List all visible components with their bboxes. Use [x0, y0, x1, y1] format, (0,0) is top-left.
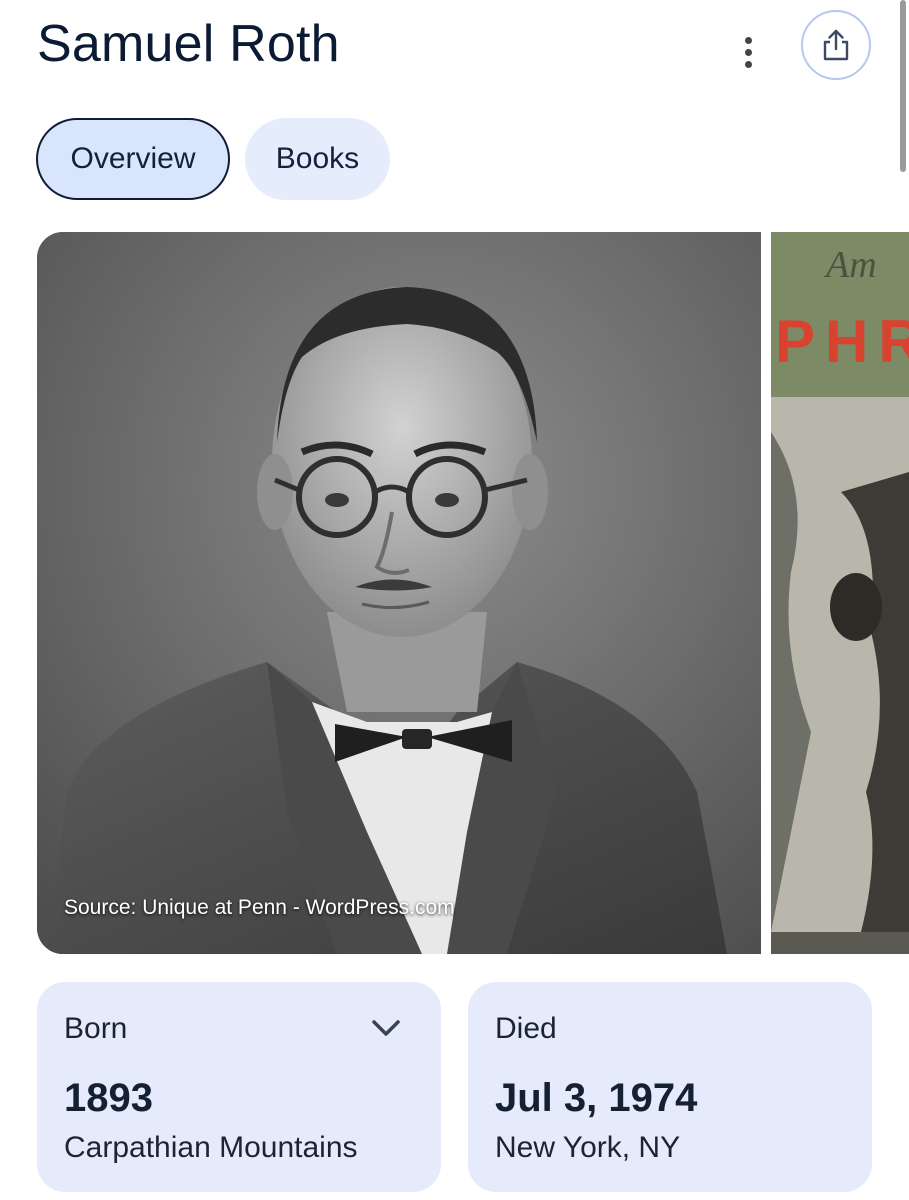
scrollbar[interactable]	[900, 0, 906, 172]
more-vert-icon-dot	[744, 36, 752, 44]
entity-title: Samuel Roth	[37, 15, 340, 73]
tab-overview[interactable]: Overview	[36, 118, 230, 200]
secondary-photo[interactable]: Am PHR	[771, 232, 909, 954]
cover-title-text: PHR	[775, 308, 909, 375]
main-photo[interactable]: Source: Unique at Penn - WordPress.com	[37, 232, 761, 954]
died-date: Jul 3, 1974	[495, 1076, 698, 1120]
image-source-caption[interactable]: Source: Unique at Penn - WordPress.com	[64, 896, 455, 920]
born-place: Carpathian Mountains	[64, 1131, 358, 1164]
tab-books[interactable]: Books	[245, 118, 390, 200]
share-button[interactable]	[801, 10, 871, 80]
more-vert-icon-dot	[744, 60, 752, 68]
portrait-image	[37, 232, 761, 954]
born-card[interactable]: Born 1893 Carpathian Mountains	[37, 982, 441, 1192]
died-place: New York, NY	[495, 1131, 681, 1164]
cover-top-text: Am	[823, 244, 877, 286]
magazine-cover-image: Am PHR	[771, 232, 909, 954]
died-card[interactable]: Died Jul 3, 1974 New York, NY	[468, 982, 872, 1192]
more-options-button[interactable]	[728, 30, 768, 74]
born-year: 1893	[64, 1076, 153, 1120]
share-icon	[823, 29, 849, 61]
tab-books-label: Books	[275, 142, 360, 175]
tab-overview-label: Overview	[70, 142, 196, 175]
born-label: Born	[64, 1012, 128, 1045]
chevron-down-icon[interactable]	[371, 1018, 401, 1038]
died-label: Died	[495, 1012, 557, 1045]
more-vert-icon-dot	[744, 48, 752, 56]
